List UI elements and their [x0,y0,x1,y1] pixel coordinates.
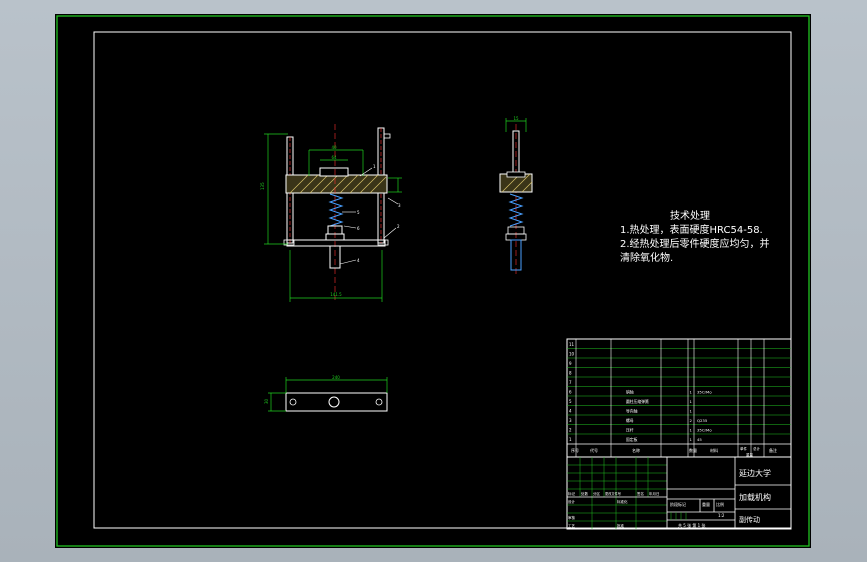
tb-weight: 重量 [702,501,710,507]
tech-note-1: 1.热处理，表面硬度HRC54-58. [620,223,763,236]
part-material-3: Q235 [697,418,708,423]
dim-side-top: 15 [513,116,519,121]
hdr-code: 代号 [590,447,598,453]
part-name-3: 螺母 [626,418,634,423]
parts-number-10: 10 [569,352,575,357]
tb-date: 年月日 [649,491,660,496]
part-name-5: 圆柱压缩弹簧 [626,399,649,404]
hdr-unit: 单件 [740,446,748,451]
fixed-plate [285,174,388,194]
tb-mark: 标记 [568,491,576,496]
hdr-no: 序号 [571,447,579,453]
dim-inner-width: 64 [331,155,337,160]
tb-school: 延边大学 [739,468,771,478]
tb-zone: 分区 [593,491,601,496]
tb-change-doc: 更改文件号 [605,491,621,496]
part-name-6: 销轴 [626,390,634,395]
tb-scale: 比例 [716,501,724,507]
tb-standardize: 标准化 [617,499,628,504]
tb-design: 设计 [568,499,576,504]
hdr-weight: 重量 [746,452,754,457]
tb-approve: 批准 [617,523,625,528]
tb-count: 处数 [581,491,589,496]
part-material-6: 35CrMo [697,390,712,395]
tb-sheets: 共 5 张 第 1 张 [678,522,705,528]
hdr-total: 总计 [753,446,761,451]
parts-number-11: 11 [569,342,575,347]
tb-sign: 签名 [637,491,644,496]
part-material-2: 35CrMo [697,428,712,433]
tb-drawing-title: 加载机构 [739,492,771,502]
tb-stage: 阶段标记 [670,501,686,507]
tb-subtitle: 副传动 [739,515,760,524]
dim-length: 240 [332,375,340,380]
dim-bottom-width: 141.5 [330,292,342,297]
tech-note-3: 清除氧化物. [620,251,673,264]
tb-review: 审核 [568,515,576,520]
tech-notes-title: 技术处理 [670,209,710,222]
hdr-qty: 数量 [689,447,697,453]
hdr-material: 材料 [710,447,718,453]
dim-top-width: 40 [331,145,337,150]
tb-process: 工艺 [568,523,576,528]
part-name-1: 固定板 [626,437,638,442]
dim-height: 135 [260,182,265,190]
tb-scale-value: 1:2 [718,513,725,518]
tech-note-2: 2.经热处理后零件硬度应均匀，并 [620,237,770,250]
hdr-remarks: 备注 [769,447,777,453]
part-name-2: 压杆 [626,428,634,433]
part-material-1: 45 [697,437,702,442]
dim-plate-height: 30 [264,398,269,404]
drawing-sheet: 40 64 135 141.5 5 6 4 3 2 1 15 240 30 技术… [55,14,811,548]
drawing-area [55,14,811,548]
hdr-name: 名称 [632,447,640,453]
top-boss [319,167,349,177]
part-name-4: 导向轴 [626,409,638,414]
